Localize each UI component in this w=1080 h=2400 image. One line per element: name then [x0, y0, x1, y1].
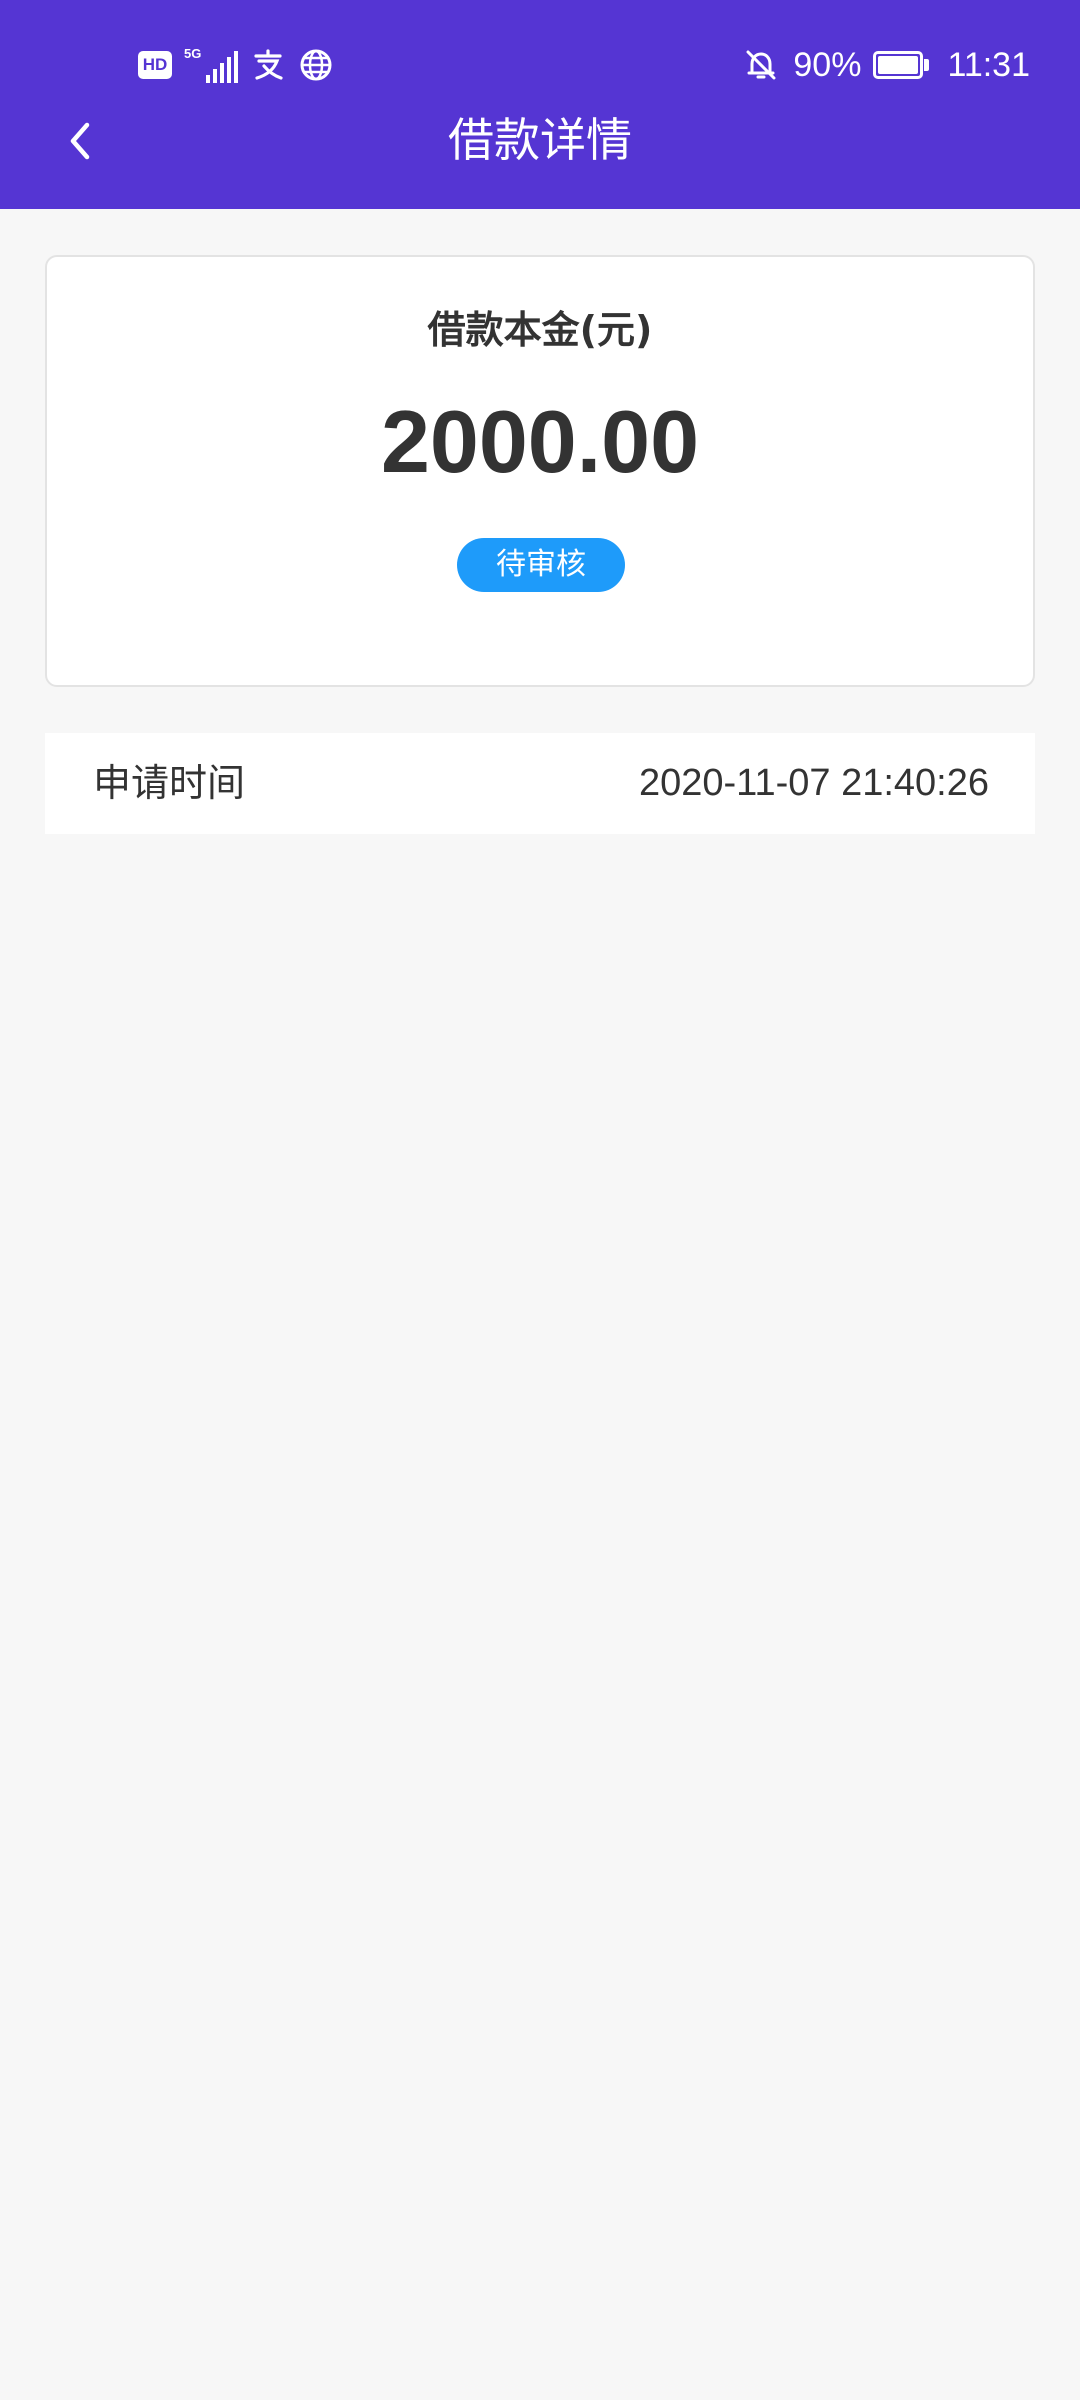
principal-amount: 2000.00	[380, 392, 700, 491]
principal-label: 借款本金(元)	[427, 308, 653, 352]
alipay-icon	[254, 49, 283, 80]
bell-off-icon	[746, 50, 776, 80]
status-bar-left: HD 5G	[138, 44, 334, 86]
detail-row-apply-time: 申请时间 2020-11-07 21:40:26	[45, 733, 1035, 834]
loan-principal-card: 借款本金(元) 2000.00 待审核	[45, 255, 1035, 687]
network-type: 5G	[184, 46, 202, 61]
page-title: 借款详情	[448, 113, 632, 167]
clock: 11:31	[947, 45, 1030, 84]
signal-icon: 5G	[184, 47, 238, 83]
status-bar-right: 90% 11:31	[743, 42, 1030, 88]
detail-value: 2020-11-07 21:40:26	[638, 762, 989, 804]
battery-percent: 90%	[793, 45, 862, 84]
battery-icon	[873, 51, 931, 79]
app-header: HD 5G 90% 11:31 借款详情	[0, 0, 1080, 209]
status-badge: 待审核	[457, 538, 625, 592]
globe-icon	[300, 49, 332, 81]
detail-label: 申请时间	[93, 761, 246, 805]
hd-icon: HD	[138, 51, 172, 79]
